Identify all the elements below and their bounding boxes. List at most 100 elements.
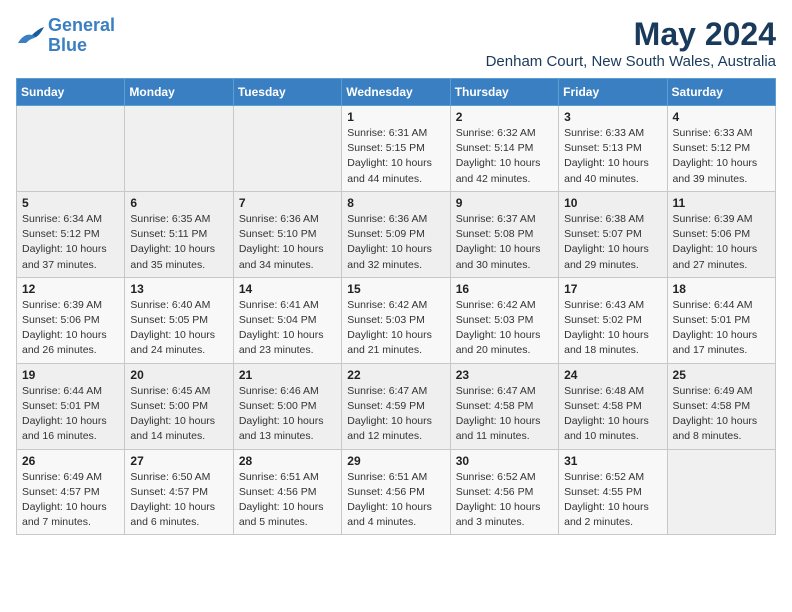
calendar-day-29: 29 Sunrise: 6:51 AM Sunset: 4:56 PM Dayli… bbox=[342, 449, 450, 535]
day-info: Sunrise: 6:35 AM Sunset: 5:11 PM Dayligh… bbox=[130, 212, 227, 273]
logo-icon bbox=[16, 25, 44, 47]
day-number: 11 bbox=[673, 196, 770, 210]
day-number: 18 bbox=[673, 282, 770, 296]
day-info: Sunrise: 6:43 AM Sunset: 5:02 PM Dayligh… bbox=[564, 298, 661, 359]
calendar-table: SundayMondayTuesdayWednesdayThursdayFrid… bbox=[16, 78, 776, 535]
header-sunday: Sunday bbox=[17, 79, 125, 106]
calendar-day-10: 10Sunrise: 6:38 AM Sunset: 5:07 PM Dayli… bbox=[559, 191, 667, 277]
calendar-day-22: 22 Sunrise: 6:47 AM Sunset: 4:59 PM Dayli… bbox=[342, 363, 450, 449]
day-number: 26 bbox=[22, 454, 119, 468]
day-info: Sunrise: 6:39 AM Sunset: 5:06 PM Dayligh… bbox=[673, 212, 770, 273]
day-number: 10 bbox=[564, 196, 661, 210]
day-info: Sunrise: 6:36 AM Sunset: 5:10 PM Dayligh… bbox=[239, 212, 336, 273]
day-info: Sunrise: 6:52 AM Sunset: 4:56 PM Dayligh… bbox=[456, 470, 553, 531]
header-row: SundayMondayTuesdayWednesdayThursdayFrid… bbox=[17, 79, 776, 106]
day-info: Sunrise: 6:32 AM Sunset: 5:14 PM Dayligh… bbox=[456, 126, 553, 187]
day-info: Sunrise: 6:47 AM Sunset: 4:59 PM Dayligh… bbox=[347, 384, 444, 445]
title-block: May 2024 Denham Court, New South Wales, … bbox=[486, 16, 776, 70]
day-number: 1 bbox=[347, 110, 444, 124]
day-number: 7 bbox=[239, 196, 336, 210]
day-number: 29 bbox=[347, 454, 444, 468]
calendar-week-2: 5 Sunrise: 6:34 AM Sunset: 5:12 PM Daylig… bbox=[17, 191, 776, 277]
day-number: 14 bbox=[239, 282, 336, 296]
day-info: Sunrise: 6:37 AM Sunset: 5:08 PM Dayligh… bbox=[456, 212, 553, 273]
day-info: Sunrise: 6:41 AM Sunset: 5:04 PM Dayligh… bbox=[239, 298, 336, 359]
page-header: General Blue May 2024 Denham Court, New … bbox=[16, 16, 776, 70]
calendar-day-12: 12Sunrise: 6:39 AM Sunset: 5:06 PM Dayli… bbox=[17, 277, 125, 363]
empty-cell bbox=[667, 449, 775, 535]
day-number: 13 bbox=[130, 282, 227, 296]
day-number: 23 bbox=[456, 368, 553, 382]
day-info: Sunrise: 6:51 AM Sunset: 4:56 PM Dayligh… bbox=[239, 470, 336, 531]
day-number: 17 bbox=[564, 282, 661, 296]
day-number: 8 bbox=[347, 196, 444, 210]
day-number: 21 bbox=[239, 368, 336, 382]
day-number: 25 bbox=[673, 368, 770, 382]
day-number: 4 bbox=[673, 110, 770, 124]
day-info: Sunrise: 6:42 AM Sunset: 5:03 PM Dayligh… bbox=[456, 298, 553, 359]
day-number: 30 bbox=[456, 454, 553, 468]
header-tuesday: Tuesday bbox=[233, 79, 341, 106]
calendar-day-28: 28 Sunrise: 6:51 AM Sunset: 4:56 PM Dayli… bbox=[233, 449, 341, 535]
header-saturday: Saturday bbox=[667, 79, 775, 106]
calendar-week-3: 12Sunrise: 6:39 AM Sunset: 5:06 PM Dayli… bbox=[17, 277, 776, 363]
calendar-day-3: 3 Sunrise: 6:33 AM Sunset: 5:13 PM Daylig… bbox=[559, 106, 667, 192]
calendar-week-4: 19 Sunrise: 6:44 AM Sunset: 5:01 PM Dayli… bbox=[17, 363, 776, 449]
day-info: Sunrise: 6:46 AM Sunset: 5:00 PM Dayligh… bbox=[239, 384, 336, 445]
day-number: 24 bbox=[564, 368, 661, 382]
logo: General Blue bbox=[16, 16, 115, 56]
empty-cell bbox=[233, 106, 341, 192]
calendar-day-11: 11 Sunrise: 6:39 AM Sunset: 5:06 PM Dayli… bbox=[667, 191, 775, 277]
day-info: Sunrise: 6:49 AM Sunset: 4:57 PM Dayligh… bbox=[22, 470, 119, 531]
day-info: Sunrise: 6:51 AM Sunset: 4:56 PM Dayligh… bbox=[347, 470, 444, 531]
day-number: 19 bbox=[22, 368, 119, 382]
day-number: 3 bbox=[564, 110, 661, 124]
day-number: 27 bbox=[130, 454, 227, 468]
calendar-day-20: 20Sunrise: 6:45 AM Sunset: 5:00 PM Dayli… bbox=[125, 363, 233, 449]
calendar-day-13: 13Sunrise: 6:40 AM Sunset: 5:05 PM Dayli… bbox=[125, 277, 233, 363]
calendar-day-23: 23Sunrise: 6:47 AM Sunset: 4:58 PM Dayli… bbox=[450, 363, 558, 449]
calendar-header: SundayMondayTuesdayWednesdayThursdayFrid… bbox=[17, 79, 776, 106]
day-number: 28 bbox=[239, 454, 336, 468]
header-thursday: Thursday bbox=[450, 79, 558, 106]
day-number: 20 bbox=[130, 368, 227, 382]
calendar-day-8: 8Sunrise: 6:36 AM Sunset: 5:09 PM Daylig… bbox=[342, 191, 450, 277]
day-info: Sunrise: 6:48 AM Sunset: 4:58 PM Dayligh… bbox=[564, 384, 661, 445]
calendar-week-5: 26 Sunrise: 6:49 AM Sunset: 4:57 PM Dayli… bbox=[17, 449, 776, 535]
day-info: Sunrise: 6:52 AM Sunset: 4:55 PM Dayligh… bbox=[564, 470, 661, 531]
calendar-day-31: 31 Sunrise: 6:52 AM Sunset: 4:55 PM Dayli… bbox=[559, 449, 667, 535]
day-number: 31 bbox=[564, 454, 661, 468]
calendar-day-1: 1Sunrise: 6:31 AM Sunset: 5:15 PM Daylig… bbox=[342, 106, 450, 192]
day-number: 15 bbox=[347, 282, 444, 296]
day-number: 9 bbox=[456, 196, 553, 210]
calendar-day-6: 6 Sunrise: 6:35 AM Sunset: 5:11 PM Daylig… bbox=[125, 191, 233, 277]
calendar-day-24: 24 Sunrise: 6:48 AM Sunset: 4:58 PM Dayli… bbox=[559, 363, 667, 449]
day-number: 6 bbox=[130, 196, 227, 210]
header-wednesday: Wednesday bbox=[342, 79, 450, 106]
day-info: Sunrise: 6:42 AM Sunset: 5:03 PM Dayligh… bbox=[347, 298, 444, 359]
calendar-week-1: 1Sunrise: 6:31 AM Sunset: 5:15 PM Daylig… bbox=[17, 106, 776, 192]
day-info: Sunrise: 6:49 AM Sunset: 4:58 PM Dayligh… bbox=[673, 384, 770, 445]
calendar-day-17: 17 Sunrise: 6:43 AM Sunset: 5:02 PM Dayli… bbox=[559, 277, 667, 363]
day-info: Sunrise: 6:33 AM Sunset: 5:12 PM Dayligh… bbox=[673, 126, 770, 187]
calendar-day-19: 19 Sunrise: 6:44 AM Sunset: 5:01 PM Dayli… bbox=[17, 363, 125, 449]
month-title: May 2024 bbox=[486, 16, 776, 53]
day-number: 22 bbox=[347, 368, 444, 382]
day-info: Sunrise: 6:39 AM Sunset: 5:06 PM Dayligh… bbox=[22, 298, 119, 359]
day-info: Sunrise: 6:34 AM Sunset: 5:12 PM Dayligh… bbox=[22, 212, 119, 273]
day-info: Sunrise: 6:50 AM Sunset: 4:57 PM Dayligh… bbox=[130, 470, 227, 531]
calendar-day-5: 5 Sunrise: 6:34 AM Sunset: 5:12 PM Daylig… bbox=[17, 191, 125, 277]
calendar-day-2: 2Sunrise: 6:32 AM Sunset: 5:14 PM Daylig… bbox=[450, 106, 558, 192]
day-number: 5 bbox=[22, 196, 119, 210]
calendar-day-4: 4 Sunrise: 6:33 AM Sunset: 5:12 PM Daylig… bbox=[667, 106, 775, 192]
location-subtitle: Denham Court, New South Wales, Australia bbox=[486, 53, 776, 70]
empty-cell bbox=[17, 106, 125, 192]
day-info: Sunrise: 6:33 AM Sunset: 5:13 PM Dayligh… bbox=[564, 126, 661, 187]
calendar-day-26: 26 Sunrise: 6:49 AM Sunset: 4:57 PM Dayli… bbox=[17, 449, 125, 535]
day-info: Sunrise: 6:44 AM Sunset: 5:01 PM Dayligh… bbox=[22, 384, 119, 445]
calendar-body: 1Sunrise: 6:31 AM Sunset: 5:15 PM Daylig… bbox=[17, 106, 776, 535]
calendar-day-18: 18Sunrise: 6:44 AM Sunset: 5:01 PM Dayli… bbox=[667, 277, 775, 363]
day-number: 16 bbox=[456, 282, 553, 296]
calendar-day-25: 25 Sunrise: 6:49 AM Sunset: 4:58 PM Dayli… bbox=[667, 363, 775, 449]
empty-cell bbox=[125, 106, 233, 192]
